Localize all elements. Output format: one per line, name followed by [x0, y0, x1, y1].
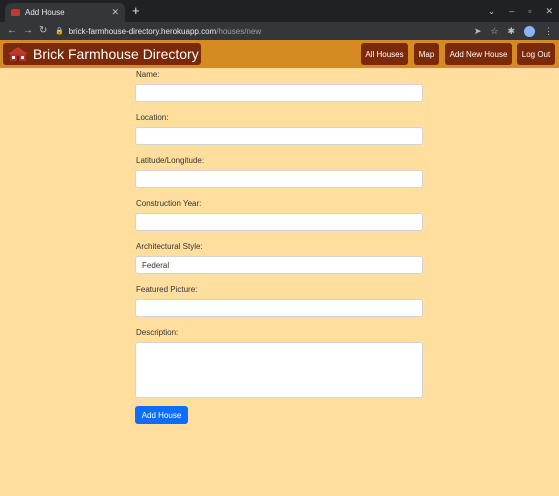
profile-avatar[interactable] [524, 25, 535, 37]
nav-add-new-house[interactable]: Add New House [445, 43, 512, 65]
description-textarea[interactable] [135, 342, 423, 398]
chevron-down-icon[interactable]: ⌄ [488, 3, 496, 19]
extensions-icon[interactable]: ✱ [507, 24, 515, 38]
browser-tab-strip: Add House ✕ + ⌄ – ▫ ✕ [0, 0, 559, 22]
tab-title: Add House [25, 8, 65, 17]
new-tab-button[interactable]: + [132, 3, 140, 19]
construction-year-label: Construction Year: [136, 199, 202, 208]
url-host: brick-farmhouse-directory.herokuapp.com [68, 26, 217, 36]
location-input[interactable] [135, 127, 423, 145]
back-icon[interactable]: ← [7, 24, 17, 38]
description-label: Description: [136, 328, 179, 337]
browser-tab[interactable]: Add House ✕ [5, 3, 125, 22]
featured-picture-input[interactable] [135, 299, 423, 317]
bookmark-star-icon[interactable]: ☆ [490, 24, 498, 38]
minimize-icon[interactable]: – [509, 3, 514, 19]
construction-year-input[interactable] [135, 213, 423, 231]
url-path: /houses/new [216, 26, 262, 36]
nav-all-houses[interactable]: All Houses [361, 43, 408, 65]
send-icon[interactable]: ➤ [474, 24, 482, 38]
browser-toolbar: ← → ↻ 🔒 brick-farmhouse-directory.heroku… [0, 22, 559, 40]
lat-long-input[interactable] [135, 170, 423, 188]
close-window-icon[interactable]: ✕ [545, 3, 553, 19]
add-house-button[interactable]: Add House [135, 406, 188, 424]
nav-map[interactable]: Map [414, 43, 439, 65]
brand-title: Brick Farmhouse Directory [33, 46, 199, 62]
close-icon[interactable]: ✕ [111, 7, 119, 18]
window-controls: ⌄ – ▫ ✕ [488, 3, 553, 19]
brand-link[interactable]: Brick Farmhouse Directory [3, 43, 201, 65]
architectural-style-input[interactable]: Federal [135, 256, 423, 274]
nav-log-out[interactable]: Log Out [517, 43, 555, 65]
lat-long-label: Latitude/Longitude: [136, 156, 205, 165]
house-favicon-icon [11, 9, 20, 16]
address-bar[interactable]: 🔒 brick-farmhouse-directory.herokuapp.co… [55, 24, 465, 38]
app-navbar: Brick Farmhouse Directory All Houses Map… [0, 40, 559, 68]
house-icon [8, 47, 28, 61]
forward-icon[interactable]: → [23, 24, 33, 38]
maximize-icon[interactable]: ▫ [528, 3, 531, 19]
featured-picture-label: Featured Picture: [136, 285, 198, 294]
name-label: Name: [136, 70, 160, 79]
browser-right-tools: ➤ ☆ ✱ ⋮ [474, 24, 553, 38]
location-label: Location: [136, 113, 169, 122]
reload-icon[interactable]: ↻ [39, 24, 47, 38]
architectural-style-label: Architectural Style: [136, 242, 203, 251]
menu-icon[interactable]: ⋮ [544, 24, 553, 38]
lock-icon: 🔒 [55, 28, 64, 35]
name-input[interactable] [135, 84, 423, 102]
